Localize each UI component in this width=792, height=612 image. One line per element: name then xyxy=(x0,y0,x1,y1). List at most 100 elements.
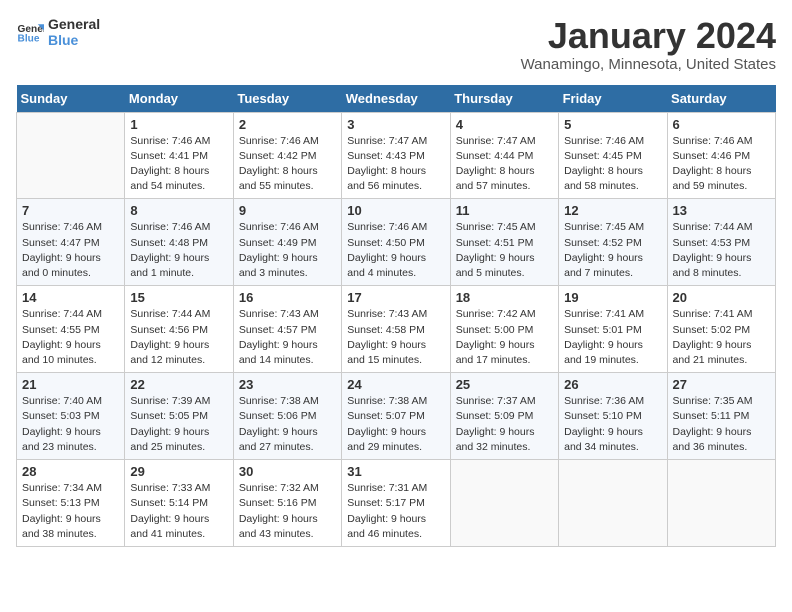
day-number: 24 xyxy=(347,377,444,392)
day-number: 18 xyxy=(456,290,553,305)
calendar-cell: 24 Sunrise: 7:38 AMSunset: 5:07 PMDayligh… xyxy=(342,373,450,460)
logo-icon: General Blue xyxy=(16,18,44,46)
day-info: Sunrise: 7:39 AMSunset: 5:05 PMDaylight:… xyxy=(130,394,227,455)
day-number: 17 xyxy=(347,290,444,305)
day-info: Sunrise: 7:33 AMSunset: 5:14 PMDaylight:… xyxy=(130,481,227,542)
day-number: 20 xyxy=(673,290,770,305)
page-header: General Blue General Blue January 2024 W… xyxy=(16,16,776,73)
day-number: 5 xyxy=(564,117,661,132)
day-info: Sunrise: 7:43 AMSunset: 4:58 PMDaylight:… xyxy=(347,307,444,368)
day-number: 31 xyxy=(347,464,444,479)
title-block: January 2024 Wanamingo, Minnesota, Unite… xyxy=(521,16,776,73)
day-info: Sunrise: 7:46 AMSunset: 4:49 PMDaylight:… xyxy=(239,220,336,281)
calendar-cell: 26 Sunrise: 7:36 AMSunset: 5:10 PMDayligh… xyxy=(559,373,667,460)
day-info: Sunrise: 7:46 AMSunset: 4:46 PMDaylight:… xyxy=(673,134,770,195)
day-info: Sunrise: 7:46 AMSunset: 4:42 PMDaylight:… xyxy=(239,134,336,195)
day-info: Sunrise: 7:36 AMSunset: 5:10 PMDaylight:… xyxy=(564,394,661,455)
day-number: 15 xyxy=(130,290,227,305)
day-info: Sunrise: 7:40 AMSunset: 5:03 PMDaylight:… xyxy=(22,394,119,455)
day-info: Sunrise: 7:46 AMSunset: 4:41 PMDaylight:… xyxy=(130,134,227,195)
day-info: Sunrise: 7:41 AMSunset: 5:01 PMDaylight:… xyxy=(564,307,661,368)
day-info: Sunrise: 7:41 AMSunset: 5:02 PMDaylight:… xyxy=(673,307,770,368)
day-number: 25 xyxy=(456,377,553,392)
weekday-header-row: SundayMondayTuesdayWednesdayThursdayFrid… xyxy=(17,85,776,113)
day-number: 1 xyxy=(130,117,227,132)
week-row-1: 1 Sunrise: 7:46 AMSunset: 4:41 PMDaylight… xyxy=(17,112,776,199)
day-info: Sunrise: 7:44 AMSunset: 4:56 PMDaylight:… xyxy=(130,307,227,368)
calendar-header: SundayMondayTuesdayWednesdayThursdayFrid… xyxy=(17,85,776,113)
calendar-cell: 22 Sunrise: 7:39 AMSunset: 5:05 PMDayligh… xyxy=(125,373,233,460)
day-info: Sunrise: 7:31 AMSunset: 5:17 PMDaylight:… xyxy=(347,481,444,542)
day-number: 8 xyxy=(130,203,227,218)
day-number: 12 xyxy=(564,203,661,218)
day-number: 14 xyxy=(22,290,119,305)
calendar-cell: 25Sunrise: 7:37 AMSunset: 5:09 PMDayligh… xyxy=(450,373,558,460)
week-row-2: 7 Sunrise: 7:46 AMSunset: 4:47 PMDaylight… xyxy=(17,199,776,286)
calendar-cell: 28Sunrise: 7:34 AMSunset: 5:13 PMDayligh… xyxy=(17,460,125,547)
day-info: Sunrise: 7:46 AMSunset: 4:48 PMDaylight:… xyxy=(130,220,227,281)
calendar-cell: 21 Sunrise: 7:40 AMSunset: 5:03 PMDayligh… xyxy=(17,373,125,460)
week-row-4: 21 Sunrise: 7:40 AMSunset: 5:03 PMDayligh… xyxy=(17,373,776,460)
calendar-subtitle: Wanamingo, Minnesota, United States xyxy=(521,56,776,73)
calendar-cell: 3 Sunrise: 7:47 AMSunset: 4:43 PMDaylight… xyxy=(342,112,450,199)
calendar-cell: 13 Sunrise: 7:44 AMSunset: 4:53 PMDayligh… xyxy=(667,199,775,286)
day-info: Sunrise: 7:42 AMSunset: 5:00 PMDaylight:… xyxy=(456,307,553,368)
calendar-cell: 9Sunrise: 7:46 AMSunset: 4:49 PMDaylight… xyxy=(233,199,341,286)
day-number: 26 xyxy=(564,377,661,392)
week-row-5: 28Sunrise: 7:34 AMSunset: 5:13 PMDayligh… xyxy=(17,460,776,547)
day-number: 23 xyxy=(239,377,336,392)
day-number: 3 xyxy=(347,117,444,132)
calendar-cell: 6Sunrise: 7:46 AMSunset: 4:46 PMDaylight… xyxy=(667,112,775,199)
day-number: 21 xyxy=(22,377,119,392)
day-info: Sunrise: 7:46 AMSunset: 4:47 PMDaylight:… xyxy=(22,220,119,281)
day-number: 2 xyxy=(239,117,336,132)
day-info: Sunrise: 7:38 AMSunset: 5:07 PMDaylight:… xyxy=(347,394,444,455)
day-info: Sunrise: 7:44 AMSunset: 4:55 PMDaylight:… xyxy=(22,307,119,368)
weekday-header-sunday: Sunday xyxy=(17,85,125,113)
weekday-header-wednesday: Wednesday xyxy=(342,85,450,113)
weekday-header-friday: Friday xyxy=(559,85,667,113)
day-number: 19 xyxy=(564,290,661,305)
day-info: Sunrise: 7:47 AMSunset: 4:43 PMDaylight:… xyxy=(347,134,444,195)
day-number: 29 xyxy=(130,464,227,479)
calendar-cell: 5 Sunrise: 7:46 AMSunset: 4:45 PMDaylight… xyxy=(559,112,667,199)
logo-line1: General xyxy=(48,16,100,32)
calendar-cell: 16Sunrise: 7:43 AMSunset: 4:57 PMDayligh… xyxy=(233,286,341,373)
day-number: 22 xyxy=(130,377,227,392)
day-info: Sunrise: 7:35 AMSunset: 5:11 PMDaylight:… xyxy=(673,394,770,455)
day-info: Sunrise: 7:47 AMSunset: 4:44 PMDaylight:… xyxy=(456,134,553,195)
calendar-cell xyxy=(667,460,775,547)
day-info: Sunrise: 7:43 AMSunset: 4:57 PMDaylight:… xyxy=(239,307,336,368)
weekday-header-tuesday: Tuesday xyxy=(233,85,341,113)
weekday-header-saturday: Saturday xyxy=(667,85,775,113)
calendar-body: 1 Sunrise: 7:46 AMSunset: 4:41 PMDaylight… xyxy=(17,112,776,546)
calendar-cell xyxy=(559,460,667,547)
weekday-header-monday: Monday xyxy=(125,85,233,113)
calendar-cell: 20 Sunrise: 7:41 AMSunset: 5:02 PMDayligh… xyxy=(667,286,775,373)
calendar-cell xyxy=(17,112,125,199)
calendar-cell: 14 Sunrise: 7:44 AMSunset: 4:55 PMDayligh… xyxy=(17,286,125,373)
calendar-cell: 31 Sunrise: 7:31 AMSunset: 5:17 PMDayligh… xyxy=(342,460,450,547)
day-number: 4 xyxy=(456,117,553,132)
day-number: 10 xyxy=(347,203,444,218)
calendar-cell: 30Sunrise: 7:32 AMSunset: 5:16 PMDayligh… xyxy=(233,460,341,547)
calendar-cell: 8 Sunrise: 7:46 AMSunset: 4:48 PMDaylight… xyxy=(125,199,233,286)
day-info: Sunrise: 7:44 AMSunset: 4:53 PMDaylight:… xyxy=(673,220,770,281)
day-number: 13 xyxy=(673,203,770,218)
day-number: 30 xyxy=(239,464,336,479)
day-info: Sunrise: 7:46 AMSunset: 4:45 PMDaylight:… xyxy=(564,134,661,195)
calendar-cell: 10 Sunrise: 7:46 AMSunset: 4:50 PMDayligh… xyxy=(342,199,450,286)
day-number: 11 xyxy=(456,203,553,218)
calendar-cell: 7 Sunrise: 7:46 AMSunset: 4:47 PMDaylight… xyxy=(17,199,125,286)
calendar-cell: 23Sunrise: 7:38 AMSunset: 5:06 PMDayligh… xyxy=(233,373,341,460)
week-row-3: 14 Sunrise: 7:44 AMSunset: 4:55 PMDayligh… xyxy=(17,286,776,373)
day-info: Sunrise: 7:34 AMSunset: 5:13 PMDaylight:… xyxy=(22,481,119,542)
calendar-title: January 2024 xyxy=(521,16,776,56)
calendar-cell xyxy=(450,460,558,547)
calendar-cell: 11Sunrise: 7:45 AMSunset: 4:51 PMDayligh… xyxy=(450,199,558,286)
day-number: 7 xyxy=(22,203,119,218)
calendar-cell: 2 Sunrise: 7:46 AMSunset: 4:42 PMDaylight… xyxy=(233,112,341,199)
day-info: Sunrise: 7:46 AMSunset: 4:50 PMDaylight:… xyxy=(347,220,444,281)
logo: General Blue General Blue xyxy=(16,16,100,48)
calendar-cell: 1 Sunrise: 7:46 AMSunset: 4:41 PMDaylight… xyxy=(125,112,233,199)
